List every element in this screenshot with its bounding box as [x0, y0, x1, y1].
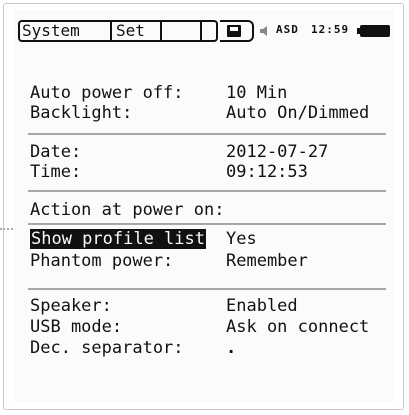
dec-separator-label: Dec. separator:	[30, 338, 184, 358]
backlight-value[interactable]: Auto On/Dimmed	[226, 103, 369, 123]
save-tab[interactable]	[220, 20, 254, 42]
divider	[28, 190, 386, 192]
tab-system[interactable]: System	[20, 22, 112, 40]
phantom-power-label: Phantom power:	[30, 251, 174, 271]
menu-tabs: System Set	[18, 20, 218, 42]
time-label: Time:	[30, 162, 82, 182]
action-at-power-on-heading: Action at power on:	[30, 200, 225, 220]
speaker-icon	[260, 26, 267, 36]
speaker-value[interactable]: Enabled	[226, 296, 298, 316]
date-value[interactable]: 2012-07-27	[226, 142, 328, 162]
dec-separator-value[interactable]: .	[226, 338, 236, 358]
auto-power-off-label: Auto power off:	[30, 83, 184, 103]
save-icon	[227, 25, 241, 37]
divider	[28, 133, 386, 135]
status-clock: 12:59	[311, 23, 350, 36]
show-profile-list-selected[interactable]: Show profile list	[30, 229, 206, 249]
status-bar: System Set ASD 12:59	[18, 20, 394, 44]
backlight-label: Backlight:	[30, 103, 133, 123]
tab-set[interactable]: Set	[112, 22, 162, 40]
auto-power-off-value[interactable]: 10 Min	[226, 83, 287, 103]
time-value[interactable]: 09:12:53	[226, 162, 308, 182]
show-profile-list-value[interactable]: Yes	[226, 229, 257, 249]
divider	[28, 288, 386, 290]
speaker-label: Speaker:	[30, 296, 112, 316]
usb-mode-label: USB mode:	[30, 317, 123, 337]
lcd-screen: System Set ASD 12:59 Auto power off: 10 …	[14, 10, 394, 402]
show-profile-list-label[interactable]: Show profile list	[30, 229, 206, 249]
device-label: ASD	[276, 23, 299, 36]
date-label: Date:	[30, 142, 82, 162]
divider	[28, 223, 386, 225]
battery-icon	[357, 25, 390, 37]
phantom-power-value[interactable]: Remember	[226, 251, 308, 271]
tab-empty-2[interactable]	[202, 22, 210, 40]
tab-empty-1[interactable]	[162, 22, 202, 40]
usb-mode-value[interactable]: Ask on connect	[226, 317, 369, 337]
